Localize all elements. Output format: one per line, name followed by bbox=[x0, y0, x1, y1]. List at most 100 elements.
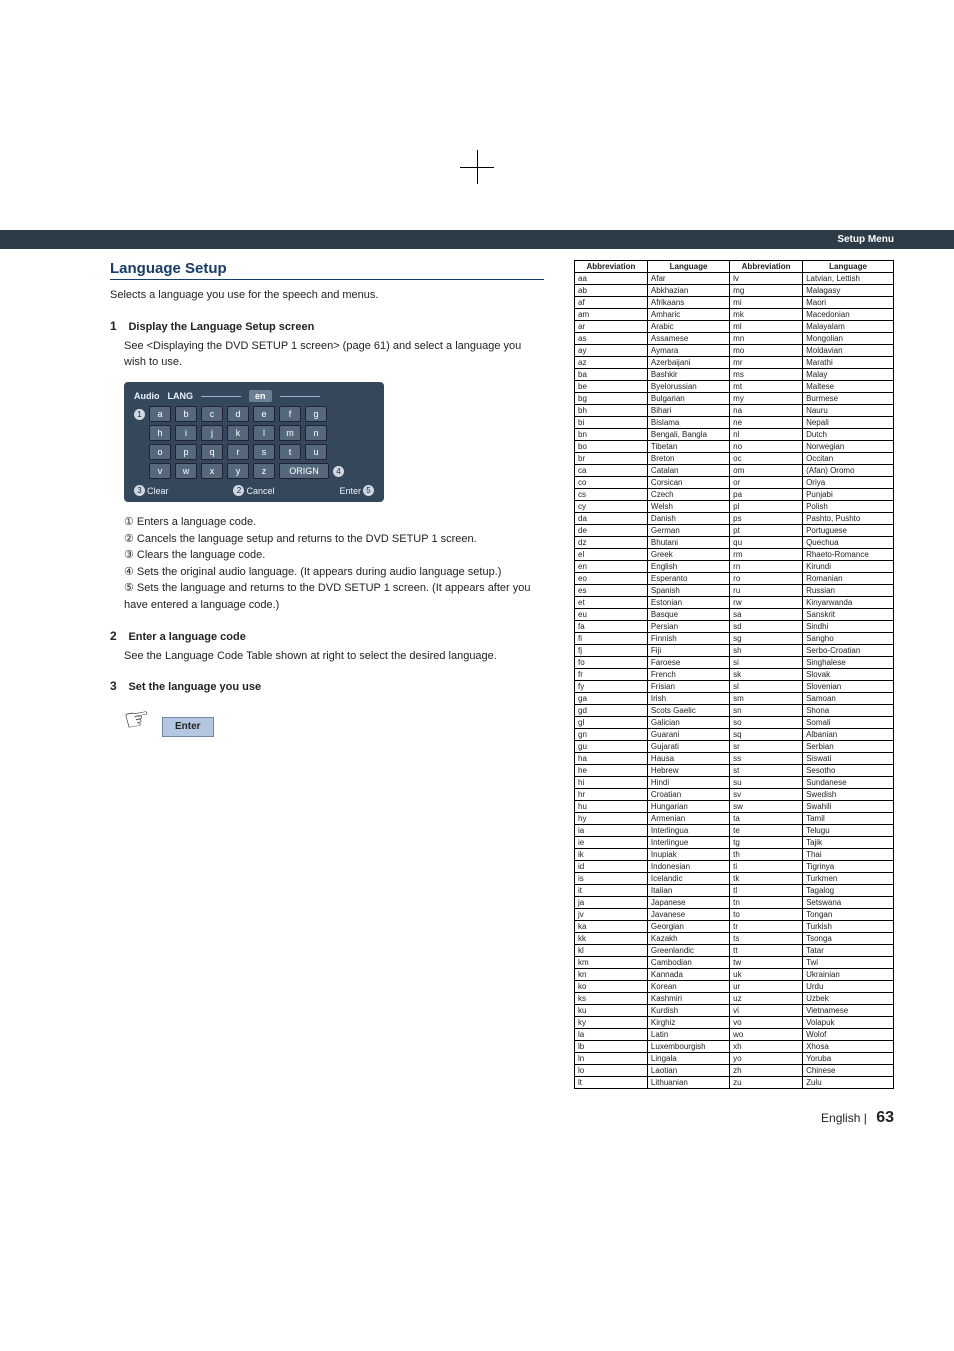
cell-lang: Sangho bbox=[803, 633, 894, 645]
cell-abbr: pt bbox=[730, 525, 803, 537]
cell-lang: Galician bbox=[647, 717, 729, 729]
legend-item: ② Cancels the language setup and returns… bbox=[124, 531, 544, 548]
cell-lang: Urdu bbox=[803, 981, 894, 993]
osd-divider-line bbox=[280, 396, 320, 397]
cell-abbr: sv bbox=[730, 789, 803, 801]
hand-pointer-icon: ☞ bbox=[121, 697, 155, 743]
osd-key-m[interactable]: m bbox=[279, 425, 301, 441]
cell-abbr: ss bbox=[730, 753, 803, 765]
cell-lang: Siswati bbox=[803, 753, 894, 765]
osd-key-e[interactable]: e bbox=[253, 406, 275, 422]
cell-lang: Hungarian bbox=[647, 801, 729, 813]
step-number: 3 bbox=[110, 679, 124, 693]
cell-abbr: lb bbox=[575, 1041, 648, 1053]
cell-abbr: uk bbox=[730, 969, 803, 981]
cell-lang: Greek bbox=[647, 549, 729, 561]
cell-lang: English bbox=[647, 561, 729, 573]
osd-key-k[interactable]: k bbox=[227, 425, 249, 441]
cell-abbr: fy bbox=[575, 681, 648, 693]
cell-abbr: dz bbox=[575, 537, 648, 549]
cell-abbr: fa bbox=[575, 621, 648, 633]
osd-key-i[interactable]: i bbox=[175, 425, 197, 441]
cell-abbr: om bbox=[730, 465, 803, 477]
osd-key-b[interactable]: b bbox=[175, 406, 197, 422]
osd-key-t[interactable]: t bbox=[279, 444, 301, 460]
step-2: 2 Enter a language code See the Language… bbox=[110, 627, 544, 664]
osd-key-a[interactable]: a bbox=[149, 406, 171, 422]
table-row: faPersiansdSindhi bbox=[575, 621, 894, 633]
osd-key-g[interactable]: g bbox=[305, 406, 327, 422]
osd-key-f[interactable]: f bbox=[279, 406, 301, 422]
cell-lang: Albanian bbox=[803, 729, 894, 741]
cell-lang: Bhutani bbox=[647, 537, 729, 549]
osd-key-x[interactable]: x bbox=[201, 463, 223, 479]
header-band-text: Setup Menu bbox=[837, 234, 894, 245]
cell-lang: Shona bbox=[803, 705, 894, 717]
cell-lang: Hausa bbox=[647, 753, 729, 765]
table-row: boTibetannoNorwegian bbox=[575, 441, 894, 453]
table-row: daDanishpsPashto, Pushto bbox=[575, 513, 894, 525]
cell-abbr: lo bbox=[575, 1065, 648, 1077]
table-row: gaIrishsmSamoan bbox=[575, 693, 894, 705]
osd-key-s[interactable]: s bbox=[253, 444, 275, 460]
cell-lang: Tagalog bbox=[803, 885, 894, 897]
legend-item: ③ Clears the language code. bbox=[124, 547, 544, 564]
cell-lang: Inupiak bbox=[647, 849, 729, 861]
cell-lang: Kazakh bbox=[647, 933, 729, 945]
osd-key-v[interactable]: v bbox=[149, 463, 171, 479]
table-row: beByelorussianmtMaltese bbox=[575, 381, 894, 393]
osd-key-z[interactable]: z bbox=[253, 463, 275, 479]
table-row: hyArmeniantaTamil bbox=[575, 813, 894, 825]
intro-text: Selects a language you use for the speec… bbox=[110, 288, 544, 303]
osd-enter[interactable]: Enter 5 bbox=[339, 485, 374, 496]
cell-lang: Tibetan bbox=[647, 441, 729, 453]
cell-lang: Lithuanian bbox=[647, 1077, 729, 1089]
osd-key-h[interactable]: h bbox=[149, 425, 171, 441]
cell-abbr: ha bbox=[575, 753, 648, 765]
cell-abbr: ru bbox=[730, 585, 803, 597]
cell-lang: Dutch bbox=[803, 429, 894, 441]
cell-lang: Abkhazian bbox=[647, 285, 729, 297]
cell-abbr: tw bbox=[730, 957, 803, 969]
osd-key-u[interactable]: u bbox=[305, 444, 327, 460]
cell-abbr: ay bbox=[575, 345, 648, 357]
cell-lang: Catalan bbox=[647, 465, 729, 477]
cell-lang: Kinyarwanda bbox=[803, 597, 894, 609]
table-row: aaAfarlvLatvian, Lettish bbox=[575, 273, 894, 285]
osd-clear[interactable]: 3 Clear bbox=[134, 485, 169, 496]
osd-key-l[interactable]: l bbox=[253, 425, 275, 441]
cell-abbr: oc bbox=[730, 453, 803, 465]
osd-key-c[interactable]: c bbox=[201, 406, 223, 422]
table-row: heHebrewstSesotho bbox=[575, 765, 894, 777]
cell-abbr: bn bbox=[575, 429, 648, 441]
osd-key-q[interactable]: q bbox=[201, 444, 223, 460]
osd-key-n[interactable]: n bbox=[305, 425, 327, 441]
osd-key-y[interactable]: y bbox=[227, 463, 249, 479]
osd-key-ORIGN[interactable]: ORIGN bbox=[279, 463, 329, 479]
table-row: frFrenchskSlovak bbox=[575, 669, 894, 681]
osd-key-r[interactable]: r bbox=[227, 444, 249, 460]
cell-abbr: sq bbox=[730, 729, 803, 741]
cell-abbr: et bbox=[575, 597, 648, 609]
osd-key-j[interactable]: j bbox=[201, 425, 223, 441]
enter-button[interactable]: Enter bbox=[162, 717, 214, 737]
table-row: klGreenlandicttTatar bbox=[575, 945, 894, 957]
cell-lang: Sindhi bbox=[803, 621, 894, 633]
osd-key-o[interactable]: o bbox=[149, 444, 171, 460]
table-row: elGreekrmRhaeto-Romance bbox=[575, 549, 894, 561]
cell-abbr: ko bbox=[575, 981, 648, 993]
cell-lang: Frisian bbox=[647, 681, 729, 693]
cell-abbr: ar bbox=[575, 321, 648, 333]
cell-abbr: sh bbox=[730, 645, 803, 657]
osd-key-p[interactable]: p bbox=[175, 444, 197, 460]
cell-lang: Assamese bbox=[647, 333, 729, 345]
cell-abbr: ln bbox=[575, 1053, 648, 1065]
table-row: fjFijishSerbo-Croatian bbox=[575, 645, 894, 657]
osd-key-d[interactable]: d bbox=[227, 406, 249, 422]
osd-cancel[interactable]: 2 Cancel bbox=[233, 485, 274, 496]
cell-abbr: da bbox=[575, 513, 648, 525]
osd-key-w[interactable]: w bbox=[175, 463, 197, 479]
table-row: haHausassSiswati bbox=[575, 753, 894, 765]
cell-abbr: lv bbox=[730, 273, 803, 285]
step-title: Enter a language code bbox=[128, 631, 245, 643]
